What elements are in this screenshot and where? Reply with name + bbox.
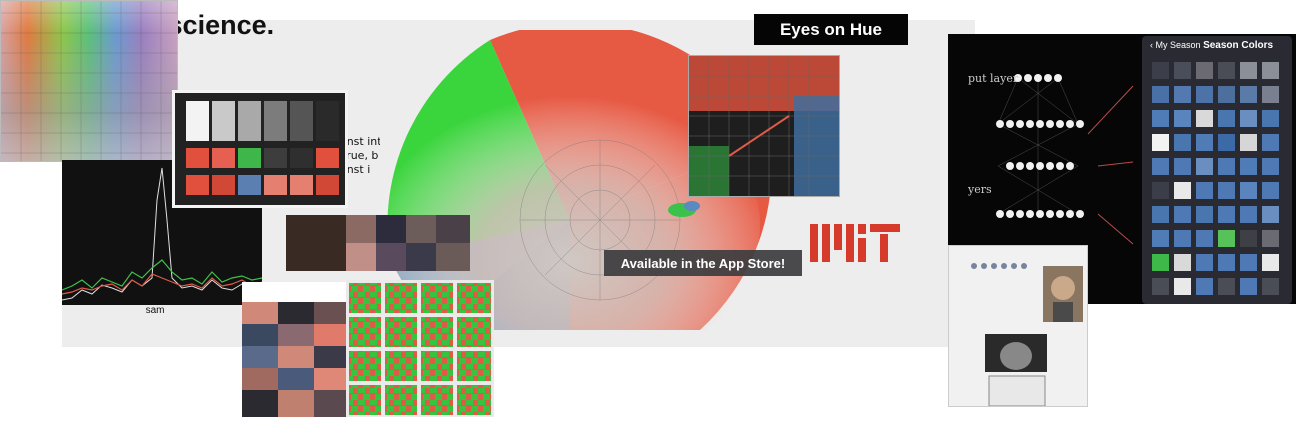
season-color-swatch[interactable] [1152, 134, 1169, 151]
season-color-swatch[interactable] [1218, 86, 1235, 103]
app-store-banner: Available in the App Store! [604, 250, 802, 276]
season-color-swatch[interactable] [1174, 278, 1191, 295]
season-color-swatch[interactable] [1240, 254, 1257, 271]
season-color-swatch[interactable] [1152, 254, 1169, 271]
season-color-swatch[interactable] [1196, 230, 1213, 247]
season-color-swatch[interactable] [1262, 158, 1279, 175]
season-color-swatch[interactable] [1262, 134, 1279, 151]
season-color-swatch[interactable] [1196, 158, 1213, 175]
back-link[interactable]: My Season [1156, 40, 1201, 50]
checker-chip [212, 148, 235, 168]
checker-chip [316, 101, 339, 141]
checker-chip [212, 101, 235, 141]
season-color-swatch[interactable] [1174, 134, 1191, 151]
eyes-on-hue-badge: Eyes on Hue [754, 14, 908, 45]
season-color-swatch[interactable] [1262, 278, 1279, 295]
season-color-swatch[interactable] [1262, 206, 1279, 223]
season-color-swatch[interactable] [1218, 110, 1235, 127]
season-color-swatch[interactable] [1240, 206, 1257, 223]
param-desc: sam [145, 305, 165, 316]
season-color-swatch[interactable] [1262, 62, 1279, 79]
season-color-swatch[interactable] [1174, 62, 1191, 79]
season-color-swatch[interactable] [1218, 62, 1235, 79]
season-color-swatch[interactable] [1152, 278, 1169, 295]
season-color-swatch[interactable] [1240, 86, 1257, 103]
season-color-swatch[interactable] [1174, 158, 1191, 175]
season-color-swatch[interactable] [1196, 110, 1213, 127]
season-color-swatch[interactable] [1218, 230, 1235, 247]
season-color-swatch[interactable] [1152, 230, 1169, 247]
season-color-swatch[interactable] [1152, 206, 1169, 223]
season-color-grid [1148, 56, 1288, 302]
checker-chip [238, 175, 261, 195]
checker-chip [316, 175, 339, 195]
season-color-swatch[interactable] [1152, 182, 1169, 199]
season-color-swatch[interactable] [1196, 278, 1213, 295]
season-color-swatch[interactable] [1174, 86, 1191, 103]
season-color-swatch[interactable] [1174, 110, 1191, 127]
phone-header: ‹ My Season Season Colors [1150, 40, 1290, 52]
season-color-swatch[interactable] [1218, 134, 1235, 151]
season-color-swatch[interactable] [1218, 158, 1235, 175]
video-call-panel [948, 245, 1088, 407]
checker-chip [264, 101, 287, 141]
checker-chip [290, 101, 313, 141]
season-color-swatch[interactable] [1240, 230, 1257, 247]
season-color-swatch[interactable] [1218, 254, 1235, 271]
input-layer-label: put layer [968, 72, 1019, 85]
phone-title: Season Colors [1203, 40, 1274, 51]
season-color-swatch[interactable] [1240, 110, 1257, 127]
season-color-swatch[interactable] [1174, 254, 1191, 271]
season-color-swatch[interactable] [1174, 230, 1191, 247]
checker-chip [264, 175, 287, 195]
season-color-swatch[interactable] [1262, 182, 1279, 199]
season-color-swatch[interactable] [1262, 86, 1279, 103]
green-red-tile-grid [346, 280, 494, 417]
checker-chip [186, 101, 209, 141]
season-color-swatch[interactable] [1152, 110, 1169, 127]
season-color-swatch[interactable] [1196, 86, 1213, 103]
back-chevron-icon[interactable]: ‹ [1150, 40, 1153, 50]
season-color-swatch[interactable] [1218, 182, 1235, 199]
season-color-swatch[interactable] [1262, 254, 1279, 271]
season-color-swatch[interactable] [1218, 206, 1235, 223]
checker-chip [186, 148, 209, 168]
checker-chip [264, 148, 287, 168]
checker-chip [238, 148, 261, 168]
season-color-swatch[interactable] [1262, 110, 1279, 127]
season-color-swatch[interactable] [1240, 182, 1257, 199]
season-color-swatch[interactable] [1152, 86, 1169, 103]
season-color-swatch[interactable] [1240, 278, 1257, 295]
season-color-swatch[interactable] [1262, 230, 1279, 247]
season-color-swatch[interactable] [1240, 158, 1257, 175]
season-color-swatch[interactable] [1152, 158, 1169, 175]
season-color-swatch[interactable] [1196, 182, 1213, 199]
checker-chip [290, 148, 313, 168]
pixel-sample-strip-bottom [242, 282, 350, 417]
season-color-swatch[interactable] [1240, 134, 1257, 151]
season-color-swatch[interactable] [1174, 182, 1191, 199]
season-color-swatch[interactable] [1196, 206, 1213, 223]
season-color-swatch[interactable] [1196, 254, 1213, 271]
scatter-plot-inset [688, 55, 840, 197]
season-color-swatch[interactable] [1218, 278, 1235, 295]
hidden-layers-label: yers [968, 183, 992, 196]
checker-chip [316, 148, 339, 168]
color-gradient-chart [0, 0, 178, 162]
season-color-swatch[interactable] [1196, 134, 1213, 151]
checker-chip [290, 175, 313, 195]
season-color-swatch[interactable] [1196, 62, 1213, 79]
season-color-swatch[interactable] [1174, 206, 1191, 223]
color-checker-chart [172, 90, 348, 208]
checker-chip [238, 101, 261, 141]
checker-chip [212, 175, 235, 195]
season-color-swatch[interactable] [1152, 62, 1169, 79]
checker-chip [186, 175, 209, 195]
pixel-sample-strip-top [286, 215, 470, 271]
mit-logo [810, 224, 900, 262]
season-color-swatch[interactable] [1240, 62, 1257, 79]
